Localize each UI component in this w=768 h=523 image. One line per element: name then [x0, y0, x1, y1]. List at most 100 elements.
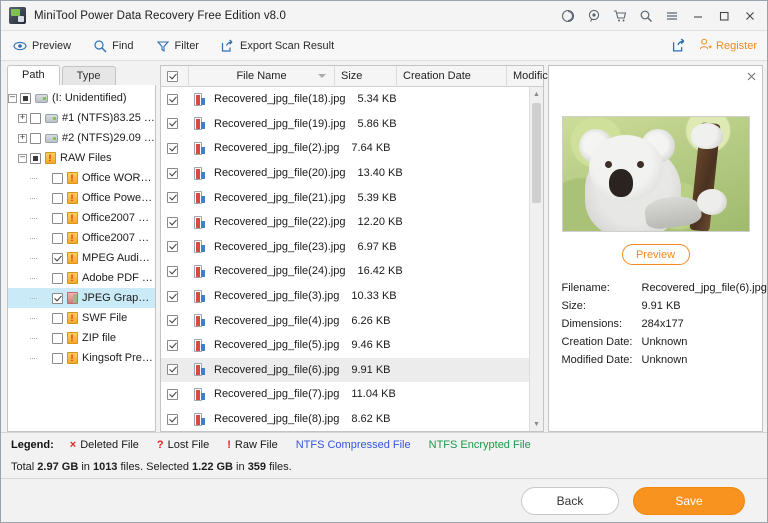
table-row[interactable]: Recovered_jpg_file(21).jpg 5.39 KB — [161, 185, 529, 210]
table-row[interactable]: Recovered_jpg_file(3).jpg 10.33 KB — [161, 284, 529, 309]
scroll-down-icon[interactable]: ▼ — [530, 417, 543, 431]
row-checkbox-cell[interactable] — [161, 407, 188, 431]
table-row[interactable]: Recovered_jpg_file(22).jpg 12.20 KB — [161, 210, 529, 235]
tree-node-checkbox[interactable] — [52, 232, 63, 244]
row-checkbox-cell[interactable] — [161, 112, 188, 137]
select-all-header[interactable] — [161, 65, 189, 87]
table-row[interactable]: Recovered_jpg_file(18).jpg 5.34 KB — [161, 87, 529, 112]
find-button[interactable]: Find — [93, 39, 134, 53]
tree-node[interactable]: Office PowerPo... — [8, 188, 155, 208]
row-checkbox-cell[interactable] — [161, 333, 188, 358]
column-header-file-name[interactable]: File Name — [189, 65, 335, 87]
minimize-button[interactable] — [685, 3, 711, 29]
row-checkbox[interactable] — [167, 167, 178, 179]
row-checkbox-cell[interactable] — [161, 382, 188, 407]
row-checkbox-cell[interactable] — [161, 308, 188, 333]
row-checkbox-cell[interactable] — [161, 185, 188, 210]
tree-node-checkbox[interactable] — [20, 92, 31, 104]
tree-node[interactable]: (I: Unidentified) — [8, 88, 155, 108]
preview-image-button[interactable]: Preview — [621, 244, 690, 265]
tree-node[interactable]: JPEG Graphics... — [8, 288, 155, 308]
filter-button[interactable]: Filter — [156, 39, 199, 53]
scrollbar-thumb[interactable] — [532, 103, 541, 203]
tree-node[interactable]: ZIP file — [8, 328, 155, 348]
tree-expander-icon[interactable] — [8, 93, 17, 103]
tree-node-checkbox[interactable] — [52, 292, 63, 304]
tree-node-checkbox[interactable] — [52, 192, 63, 204]
table-row[interactable]: Recovered_jpg_file(4).jpg 6.26 KB — [161, 308, 529, 333]
tree-node-checkbox[interactable] — [52, 332, 63, 344]
tree-node[interactable]: RAW Files — [8, 148, 155, 168]
maximize-button[interactable] — [711, 3, 737, 29]
row-checkbox[interactable] — [167, 216, 178, 228]
row-checkbox-cell[interactable] — [161, 161, 188, 186]
table-row[interactable]: Recovered_jpg_file(2).jpg 7.64 KB — [161, 136, 529, 161]
tree-node[interactable]: Office WORD D... — [8, 168, 155, 188]
row-checkbox-cell[interactable] — [161, 136, 188, 161]
tree-node-checkbox[interactable] — [52, 312, 63, 324]
row-checkbox-cell[interactable] — [161, 358, 188, 383]
row-checkbox[interactable] — [167, 339, 178, 351]
column-header-creation-date[interactable]: Creation Date — [397, 65, 507, 87]
tree-node[interactable]: #2 (NTFS)29.09 GB — [8, 128, 155, 148]
row-checkbox-cell[interactable] — [161, 235, 188, 260]
search-icon[interactable] — [633, 3, 659, 29]
tab-path[interactable]: Path — [7, 65, 60, 85]
row-checkbox[interactable] — [167, 315, 178, 327]
select-all-checkbox[interactable] — [167, 70, 178, 82]
row-checkbox[interactable] — [167, 93, 178, 105]
tree-node[interactable]: #1 (NTFS)83.25 GB — [8, 108, 155, 128]
tree-node-checkbox[interactable] — [30, 132, 41, 144]
close-button[interactable] — [737, 3, 763, 29]
tree-expander-icon[interactable] — [18, 133, 27, 143]
table-row[interactable]: Recovered_jpg_file(6).jpg 9.91 KB — [161, 357, 529, 383]
tree-node[interactable]: Office2007 Po... — [8, 228, 155, 248]
tree-node-checkbox[interactable] — [52, 212, 63, 224]
row-checkbox-cell[interactable] — [161, 210, 188, 235]
row-checkbox[interactable] — [167, 192, 178, 204]
menu-icon[interactable] — [659, 3, 685, 29]
tab-type[interactable]: Type — [61, 66, 116, 85]
row-checkbox[interactable] — [167, 413, 178, 425]
tree-node[interactable]: MPEG Audio La... — [8, 248, 155, 268]
register-button[interactable]: Register — [699, 38, 757, 54]
row-checkbox[interactable] — [167, 241, 178, 253]
table-row[interactable]: Recovered_jpg_file(5).jpg 9.46 KB — [161, 333, 529, 358]
row-checkbox-cell[interactable] — [161, 259, 188, 284]
row-checkbox[interactable] — [167, 265, 178, 277]
row-checkbox-cell[interactable] — [161, 284, 188, 309]
tree-node[interactable]: Adobe PDF file — [8, 268, 155, 288]
row-checkbox[interactable] — [167, 142, 178, 154]
tree-node-checkbox[interactable] — [30, 152, 41, 164]
table-row[interactable]: Recovered_jpg_file(7).jpg 11.04 KB — [161, 382, 529, 407]
row-checkbox[interactable] — [167, 118, 178, 130]
table-row[interactable]: Recovered_jpg_file(8).jpg 8.62 KB — [161, 407, 529, 431]
table-row[interactable]: Recovered_jpg_file(20).jpg 13.40 KB — [161, 161, 529, 186]
cart-icon[interactable] — [607, 3, 633, 29]
file-list-scrollbar[interactable]: ▲ ▼ — [529, 87, 543, 431]
file-rows[interactable]: Recovered_jpg_file(18).jpg 5.34 KB Recover… — [161, 87, 529, 431]
tree-expander-icon[interactable] — [18, 153, 27, 163]
back-button[interactable]: Back — [521, 486, 619, 515]
table-row[interactable]: Recovered_jpg_file(24).jpg 16.42 KB — [161, 259, 529, 284]
share-icon[interactable] — [672, 38, 687, 53]
restore-icon[interactable] — [555, 3, 581, 29]
table-row[interactable]: Recovered_jpg_file(19).jpg 5.86 KB — [161, 112, 529, 137]
preview-button[interactable]: Preview — [13, 39, 71, 53]
tree-node[interactable]: Office2007 Wor... — [8, 208, 155, 228]
tree-node-checkbox[interactable] — [52, 352, 63, 364]
save-button[interactable]: Save — [633, 486, 745, 515]
row-checkbox[interactable] — [167, 364, 178, 376]
tree-node-checkbox[interactable] — [52, 252, 63, 264]
tree-node-checkbox[interactable] — [52, 172, 63, 184]
tree-expander-icon[interactable] — [18, 113, 27, 123]
column-header-size[interactable]: Size — [335, 65, 397, 87]
scroll-up-icon[interactable]: ▲ — [530, 87, 543, 101]
close-preview-icon[interactable] — [745, 70, 757, 82]
row-checkbox[interactable] — [167, 388, 178, 400]
row-checkbox[interactable] — [167, 290, 178, 302]
device-tree[interactable]: (I: Unidentified) #1 (NTFS)83.25 GB #2 (NT… — [7, 85, 156, 432]
sort-descending-icon[interactable] — [318, 73, 326, 78]
tree-node[interactable]: SWF File — [8, 308, 155, 328]
row-checkbox-cell[interactable] — [161, 87, 188, 112]
